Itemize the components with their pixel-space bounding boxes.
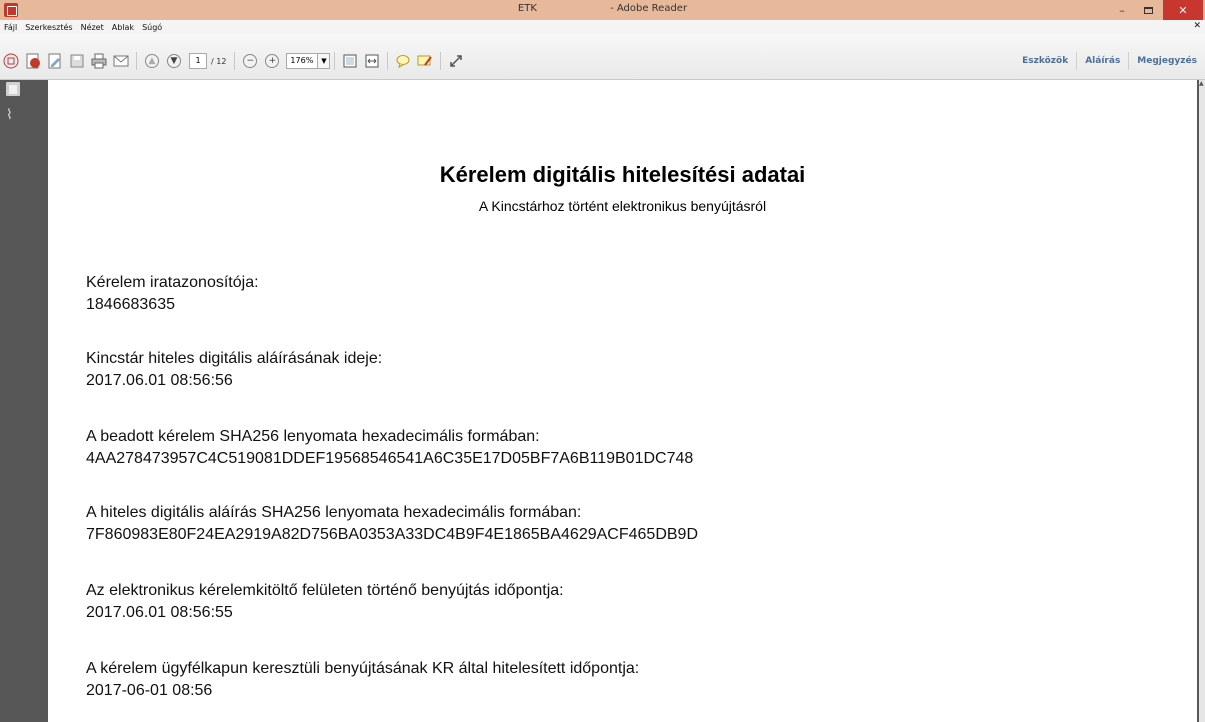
page-number-input[interactable]: 1 [189, 53, 207, 69]
title-bar: ETK - Adobe Reader – ✕ [0, 0, 1205, 20]
comment-icon[interactable] [394, 52, 412, 70]
close-icon: ✕ [1178, 3, 1188, 17]
save-icon[interactable] [68, 52, 86, 70]
field-value: 2017-06-01 08:56 [86, 682, 213, 699]
comment-link[interactable]: Megjegyzés [1128, 52, 1205, 70]
tools-link[interactable]: Eszközök [1014, 52, 1076, 70]
vertical-scrollbar[interactable]: ▲ [1199, 80, 1205, 722]
field-value: 2017.06.01 08:56:55 [86, 604, 233, 621]
window-title: ETK - Adobe Reader [0, 3, 1205, 14]
right-panel-links: Eszközök Aláírás Megjegyzés [1014, 50, 1205, 72]
attachments-icon[interactable]: ⌇ [6, 108, 20, 122]
field-label: A beadott kérelem SHA256 lenyomata hexad… [86, 428, 540, 445]
document-viewport[interactable]: Kérelem digitális hitelesítési adatai A … [36, 80, 1199, 722]
export-pdf-icon[interactable] [24, 52, 42, 70]
toolbar-separator [334, 52, 336, 70]
menu-window[interactable]: Ablak [108, 23, 138, 32]
window-title-app: - Adobe Reader [610, 3, 688, 14]
menu-bar: Fájl Szerkesztés Nézet Ablak Súgó ✕ [0, 20, 1205, 34]
close-button[interactable]: ✕ [1163, 0, 1203, 20]
field-request-hash: A beadott kérelem SHA256 lenyomata hexad… [86, 426, 693, 470]
menu-view[interactable]: Nézet [77, 23, 108, 32]
highlight-icon[interactable] [416, 52, 434, 70]
previous-page-icon[interactable]: ▲ [143, 52, 161, 70]
zoom-dropdown-icon[interactable]: ▼ [318, 53, 331, 69]
toolbar-row: ▲ ▼ 1 / 12 − + 176% ▼ [0, 50, 467, 72]
scroll-up-icon[interactable]: ▲ [1199, 80, 1205, 88]
minimize-button[interactable]: – [1109, 0, 1135, 20]
navigation-sidebar: ⌇ [0, 80, 36, 722]
field-submission-time: Az elektronikus kérelemkitöltő felületen… [86, 580, 564, 624]
menu-edit[interactable]: Szerkesztés [21, 23, 76, 32]
field-value: 1846683635 [86, 296, 175, 313]
field-label: A kérelem ügyfélkapun keresztüli benyújt… [86, 660, 640, 677]
maximize-icon [1143, 6, 1153, 14]
full-screen-icon[interactable] [447, 52, 465, 70]
field-request-id: Kérelem iratazonosítója: 1846683635 [86, 272, 259, 316]
fit-page-icon[interactable] [341, 52, 359, 70]
menu-file[interactable]: Fájl [0, 23, 21, 32]
document-title: Kérelem digitális hitelesítési adatai [439, 162, 806, 187]
menu-help[interactable]: Súgó [138, 23, 166, 32]
field-value: 7F860983E80F24EA2919A82D756BA0353A33DC4B… [86, 526, 698, 543]
zoom-out-icon[interactable]: − [241, 52, 259, 70]
toolbar-separator [387, 52, 389, 70]
sign-link[interactable]: Aláírás [1076, 52, 1128, 70]
toolbar-separator [440, 52, 442, 70]
email-icon[interactable] [112, 52, 130, 70]
document-subtitle: A Kincstárhoz történt elektronikus benyú… [478, 198, 767, 214]
field-label: Kincstár hiteles digitális aláírásának i… [86, 350, 383, 367]
close-document-icon[interactable]: ✕ [1193, 21, 1201, 31]
field-label: Az elektronikus kérelemkitöltő felületen… [86, 582, 564, 599]
field-signature-time: Kincstár hiteles digitális aláírásának i… [86, 348, 382, 392]
edit-icon[interactable] [46, 52, 64, 70]
page-thumbnails-icon[interactable] [6, 82, 20, 96]
field-value: 4AA278473957C4C519081DDEF19568546541A6C3… [86, 450, 694, 467]
page-total: / 12 [211, 56, 227, 66]
toolbar-separator [234, 52, 236, 70]
maximize-button[interactable] [1135, 0, 1161, 20]
create-pdf-icon[interactable] [2, 52, 20, 70]
field-signature-hash: A hiteles digitális aláírás SHA256 lenyo… [86, 502, 698, 546]
toolbar-separator [136, 52, 137, 70]
next-page-icon[interactable]: ▼ [165, 52, 183, 70]
field-value: 2017.06.01 08:56:56 [86, 372, 233, 389]
field-label: A hiteles digitális aláírás SHA256 lenyo… [86, 504, 582, 521]
toolbar: ▲ ▼ 1 / 12 − + 176% ▼ Eszközök Aláírás M… [0, 34, 1205, 80]
field-label: Kérelem iratazonosítója: [86, 274, 259, 291]
zoom-level-input[interactable]: 176% [286, 53, 319, 69]
field-kr-time: A kérelem ügyfélkapun keresztüli benyújt… [86, 658, 639, 702]
window-title-doc: ETK [517, 3, 537, 14]
zoom-in-icon[interactable]: + [263, 52, 281, 70]
document-page: Kérelem digitális hitelesítési adatai A … [48, 80, 1197, 722]
fit-width-icon[interactable] [363, 52, 381, 70]
print-icon[interactable] [90, 52, 108, 70]
